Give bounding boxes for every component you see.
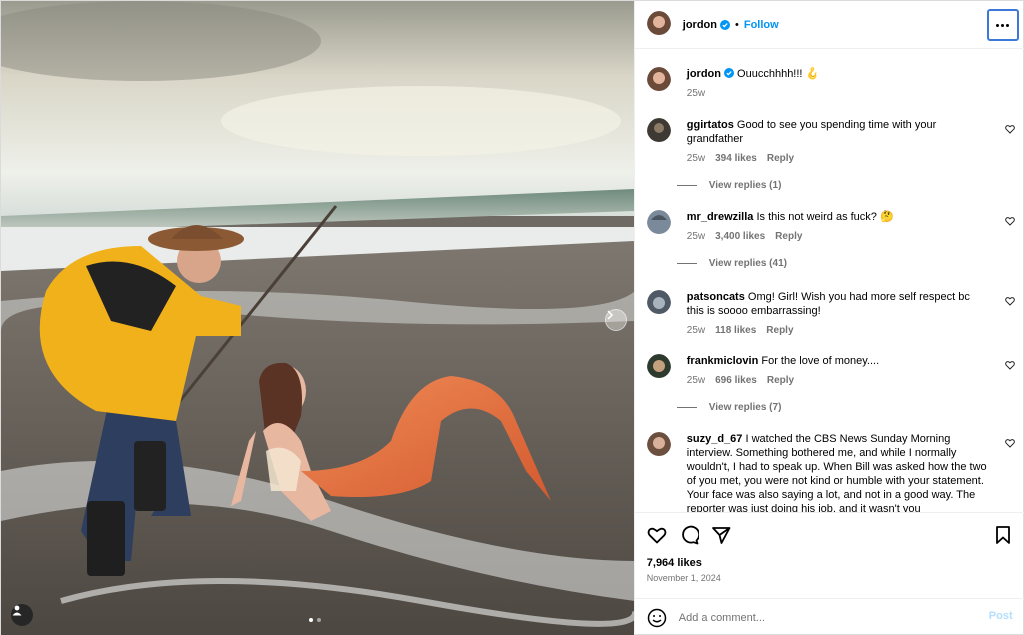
avatar[interactable] (646, 432, 671, 459)
heart-icon[interactable] (1004, 360, 1015, 370)
add-comment-bar: Post (634, 598, 1024, 635)
post-author-username[interactable]: jordon (683, 19, 717, 31)
carousel-dot (317, 618, 321, 622)
comment-body: frankmiclovin For the love of money.... … (687, 354, 987, 388)
view-replies-button[interactable]: View replies (7) (676, 402, 781, 413)
bookmark-icon[interactable] (993, 525, 1013, 545)
comment-body: mr_drewzilla Is this not weird as fuck? … (687, 210, 987, 244)
avatar-image (646, 67, 671, 91)
carousel-next-button[interactable] (605, 309, 627, 331)
comment-username[interactable]: ggirtatos (687, 119, 734, 131)
reply-button[interactable]: Reply (775, 230, 802, 244)
more-options-button[interactable] (986, 9, 1019, 41)
comment-body: ggirtatos Good to see you spending time … (687, 118, 987, 166)
avatar-image (646, 118, 671, 142)
heart-icon[interactable] (1004, 216, 1015, 226)
user-tag-icon (12, 605, 22, 616)
post-comment-button[interactable]: Post (989, 610, 1013, 622)
reply-button[interactable]: Reply (767, 152, 794, 166)
caption-meta: 25w (687, 87, 987, 101)
avatar[interactable] (646, 210, 671, 237)
comment-meta: 25w 394 likes Reply (687, 152, 987, 166)
comment-text: For the love of money.... (761, 355, 880, 367)
comment-body: suzy_d_67 I watched the CBS News Sunday … (687, 432, 987, 512)
verified-badge-icon (723, 68, 734, 78)
comment-username[interactable]: frankmiclovin (687, 355, 759, 367)
heart-icon[interactable] (1004, 124, 1015, 134)
post-date[interactable]: November 1, 2024 (647, 573, 721, 583)
post-details-panel: jordon • Follow jordon Ouucchhhh!!! 🪝 25… (633, 1, 1024, 635)
comment-body: patsoncats Omg! Girl! Wish you had more … (687, 290, 987, 338)
comment-likes[interactable]: 3,400 likes (715, 230, 765, 244)
comment-username[interactable]: suzy_d_67 (687, 433, 743, 445)
comment-likes[interactable]: 394 likes (715, 152, 757, 166)
avatar[interactable] (646, 290, 671, 317)
post-modal: jordon • Follow jordon Ouucchhhh!!! 🪝 25… (0, 0, 1024, 635)
beach-photo-illustration (1, 1, 634, 635)
avatar[interactable] (646, 354, 671, 381)
caption-username[interactable]: jordon (687, 68, 721, 80)
comment-age[interactable]: 25w (687, 152, 705, 166)
heart-icon[interactable] (1004, 296, 1015, 306)
separator-dot: • (734, 18, 739, 31)
emoji-icon[interactable] (647, 608, 667, 628)
follow-button[interactable]: Follow (744, 19, 779, 31)
avatar-image (646, 432, 671, 456)
comment-text: Is this not weird as fuck? 🤔 (756, 211, 894, 223)
carousel-dot (309, 618, 313, 622)
avatar[interactable] (646, 11, 671, 38)
post-header: jordon • Follow (634, 1, 1024, 49)
comment-meta: 25w 696 likes Reply (687, 374, 987, 388)
verified-badge-icon (719, 19, 730, 30)
comment-age[interactable]: 25w (687, 324, 705, 338)
avatar-image (646, 11, 671, 35)
caption-text: Ouucchhhh!!! 🪝 (737, 68, 820, 80)
user-tag-button[interactable] (11, 604, 33, 626)
comment-meta: 25w 118 likes Reply (687, 324, 987, 338)
comment-likes[interactable]: 696 likes (715, 374, 757, 388)
comment-icon[interactable] (679, 525, 699, 545)
comment-age[interactable]: 25w (687, 230, 705, 244)
view-replies-button[interactable]: View replies (1) (676, 180, 781, 191)
more-options-icon (996, 23, 1000, 27)
avatar-image (646, 354, 671, 378)
comment-meta: 25w 3,400 likes Reply (687, 230, 987, 244)
avatar[interactable] (646, 118, 671, 145)
comment-username[interactable]: patsoncats (687, 291, 745, 303)
heart-icon[interactable] (1004, 438, 1015, 448)
reply-button[interactable]: Reply (767, 374, 794, 388)
caption-age[interactable]: 25w (687, 87, 705, 101)
comment-age[interactable]: 25w (687, 374, 705, 388)
avatar[interactable] (646, 67, 671, 94)
carousel-indicator (309, 618, 321, 622)
comment-username[interactable]: mr_drewzilla (687, 211, 754, 223)
post-actions: 7,964 likes November 1, 2024 (634, 512, 1024, 598)
comments-list[interactable]: jordon Ouucchhhh!!! 🪝 25w ggirtatos Good… (635, 50, 1024, 512)
heart-icon[interactable] (647, 525, 667, 545)
like-count[interactable]: 7,964 likes (647, 557, 702, 569)
chevron-right-icon (607, 310, 614, 320)
reply-button[interactable]: Reply (766, 324, 793, 338)
caption-body: jordon Ouucchhhh!!! 🪝 25w (687, 67, 987, 101)
share-icon[interactable] (711, 525, 731, 545)
post-photo[interactable] (1, 1, 634, 635)
avatar-image (646, 290, 671, 314)
avatar-image (646, 210, 671, 234)
view-replies-button[interactable]: View replies (41) (676, 258, 787, 269)
comment-likes[interactable]: 118 likes (715, 324, 756, 338)
comment-input[interactable] (678, 611, 969, 624)
